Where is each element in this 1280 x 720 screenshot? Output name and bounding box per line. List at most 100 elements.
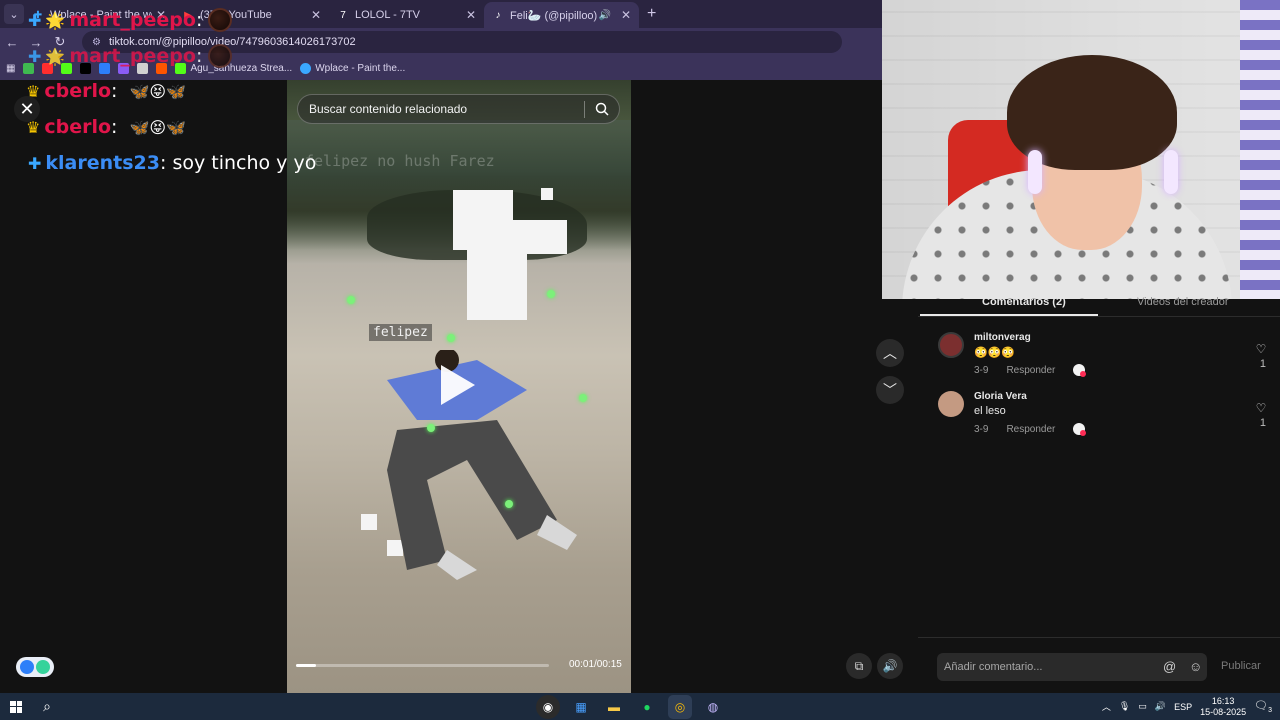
chat-message: ♛ cberlo : 🦋😝🦋 <box>26 80 186 102</box>
comment-item: miltonverag 😳😳😳 3-9 Responder ♡ 1 <box>938 332 1268 382</box>
audio-playing-icon[interactable]: 🔊 <box>598 10 610 21</box>
emote-icon: 🦋😝🦋 <box>129 117 186 137</box>
windows-icon <box>10 700 22 713</box>
webcam-feed <box>882 0 1280 299</box>
wplace-icon <box>300 62 312 74</box>
windows-taskbar: ⌕ ◉ ▦ ▬ ● ◎ ◍ ︿ 🎙 ▭ 🔊 ESP 16:13 15-08-20… <box>0 693 1280 720</box>
search-icon[interactable]: ⌕ <box>32 698 62 715</box>
comment-date: 3-9 <box>974 364 989 376</box>
headset-icon <box>1164 150 1178 194</box>
apps-icon[interactable]: ▦ <box>6 63 15 74</box>
gift-icon[interactable] <box>1073 423 1087 436</box>
comment-text: 😳😳😳 <box>974 347 1016 359</box>
chat-message: ✚ 🌟 mart_peepo : <box>28 44 233 68</box>
network-icon[interactable]: ▭ <box>1138 701 1147 712</box>
spotify-icon[interactable]: ● <box>635 695 659 719</box>
mention-icon[interactable]: @ <box>1163 659 1176 674</box>
extension-icon <box>20 660 34 674</box>
video-watermark: felipez no hush Farez <box>305 152 495 170</box>
chat-username: cberlo <box>44 80 112 102</box>
chat-username: cberlo <box>44 116 112 138</box>
microphone-icon[interactable]: 🎙 <box>1119 701 1130 712</box>
active-tab-indicator <box>920 314 1098 316</box>
start-button[interactable] <box>0 700 32 713</box>
clock[interactable]: 16:13 15-08-2025 <box>1200 696 1246 718</box>
tab-search-button[interactable]: ⌄ <box>4 4 24 24</box>
verified-badge-icon: ✚ <box>28 46 42 66</box>
comment-composer: Añadir comentario... @ ☺ Publicar <box>918 637 1280 693</box>
video-progress-bar[interactable] <box>296 664 549 667</box>
discord-icon[interactable]: ◍ <box>701 695 725 719</box>
like-count: 1 <box>1259 417 1266 429</box>
reply-button[interactable]: Responder <box>1006 424 1055 435</box>
miniplayer-icon[interactable]: ⧉ <box>846 653 872 679</box>
related-search-field[interactable]: Buscar contenido relacionado <box>297 94 620 124</box>
close-icon[interactable]: ✕ <box>14 96 40 122</box>
next-video-button[interactable]: ﹀ <box>876 376 904 404</box>
volume-icon[interactable]: 🔊 <box>877 653 903 679</box>
gift-icon[interactable] <box>1073 364 1087 377</box>
tab-7tv[interactable]: 7 LOLOL - 7TV ✕ <box>329 2 484 28</box>
bookmark-wplace[interactable]: Wplace - Paint the... <box>300 62 406 74</box>
heart-icon[interactable]: ♡ <box>1254 342 1268 356</box>
comment-placeholder: Añadir comentario... <box>944 661 1043 673</box>
comments-panel: Comentarios (2) Videos del creador milto… <box>918 296 1280 693</box>
chat-text: : <box>195 9 203 31</box>
emote-icon <box>208 8 233 32</box>
new-tab-icon[interactable]: + <box>647 5 656 23</box>
avatar[interactable] <box>938 391 964 417</box>
taskbar-apps: ◉ ▦ ▬ ● ◎ ◍ <box>536 695 725 719</box>
language-indicator[interactable]: ESP <box>1174 702 1192 712</box>
7tv-favicon: 7 <box>340 9 346 21</box>
chat-text: : soy tincho y yo <box>160 152 317 174</box>
bookmark-label: Wplace - Paint the... <box>315 62 406 74</box>
headset-icon <box>1028 150 1042 194</box>
sparkle <box>505 500 513 508</box>
back-icon[interactable]: ← <box>0 35 24 50</box>
system-tray: ︿ 🎙 ▭ 🔊 ESP 16:13 15-08-2025 🗨3 <box>1102 693 1272 720</box>
publish-button[interactable]: Publicar <box>1221 660 1261 672</box>
comment-meta: 3-9 Responder <box>974 364 1087 377</box>
play-icon[interactable] <box>441 365 475 405</box>
heart-icon[interactable]: ♡ <box>1254 401 1268 415</box>
search-placeholder: Buscar contenido relacionado <box>309 102 468 116</box>
sparkle <box>579 394 587 402</box>
video-player[interactable]: felipez no hush Farez felipez Buscar con… <box>287 80 631 693</box>
chevron-up-icon[interactable]: ︿ <box>1102 700 1111 713</box>
close-tab-icon[interactable]: ✕ <box>621 8 631 22</box>
comment-date: 3-9 <box>974 423 989 435</box>
chrome-icon[interactable]: ◎ <box>668 695 692 719</box>
avatar[interactable] <box>938 332 964 358</box>
comment-meta: 3-9 Responder <box>974 423 1087 436</box>
tab-comments[interactable]: Comentarios (2) <box>982 296 1066 308</box>
comment-username[interactable]: miltonverag <box>974 332 1031 343</box>
tab-tiktok[interactable]: ♪ Feli🦢 (@pipilloo) | TikTok 🔊 ✕ <box>484 2 639 28</box>
extension-icon <box>36 660 50 674</box>
notifications-icon[interactable]: 🗨3 <box>1254 699 1272 714</box>
webcam-background <box>1240 0 1280 299</box>
extension-toggle[interactable] <box>16 657 54 677</box>
reply-button[interactable]: Responder <box>1006 365 1055 376</box>
chat-username: klarents23 <box>45 152 160 174</box>
close-tab-icon[interactable]: ✕ <box>311 8 321 22</box>
store-icon[interactable]: ▦ <box>569 695 593 719</box>
file-explorer-icon[interactable]: ▬ <box>602 695 626 719</box>
search-divider <box>584 101 585 118</box>
sparkle-badge-icon: 🌟 <box>45 46 66 66</box>
chat-message: ♛ cberlo : 🦋😝🦋 <box>26 116 186 138</box>
previous-video-button[interactable]: ︿ <box>876 339 904 367</box>
tab-creator-videos[interactable]: Videos del creador <box>1137 296 1229 308</box>
close-tab-icon[interactable]: ✕ <box>466 8 476 22</box>
comment-username[interactable]: Gloria Vera <box>974 391 1027 402</box>
emoji-icon[interactable]: ☺ <box>1189 659 1202 674</box>
comment-input[interactable]: Añadir comentario... @ ☺ <box>937 653 1207 681</box>
obs-icon[interactable]: ◉ <box>536 695 560 719</box>
pixel-art-overlay <box>541 188 553 200</box>
video-time: 00:01/00:15 <box>569 659 622 670</box>
sparkle <box>447 334 455 342</box>
video-overlay-text: felipez <box>369 324 432 341</box>
sparkle-badge-icon: 🌟 <box>45 10 66 30</box>
chat-text: : <box>195 45 203 67</box>
search-icon[interactable] <box>595 102 609 116</box>
volume-icon[interactable]: 🔊 <box>1155 701 1166 712</box>
